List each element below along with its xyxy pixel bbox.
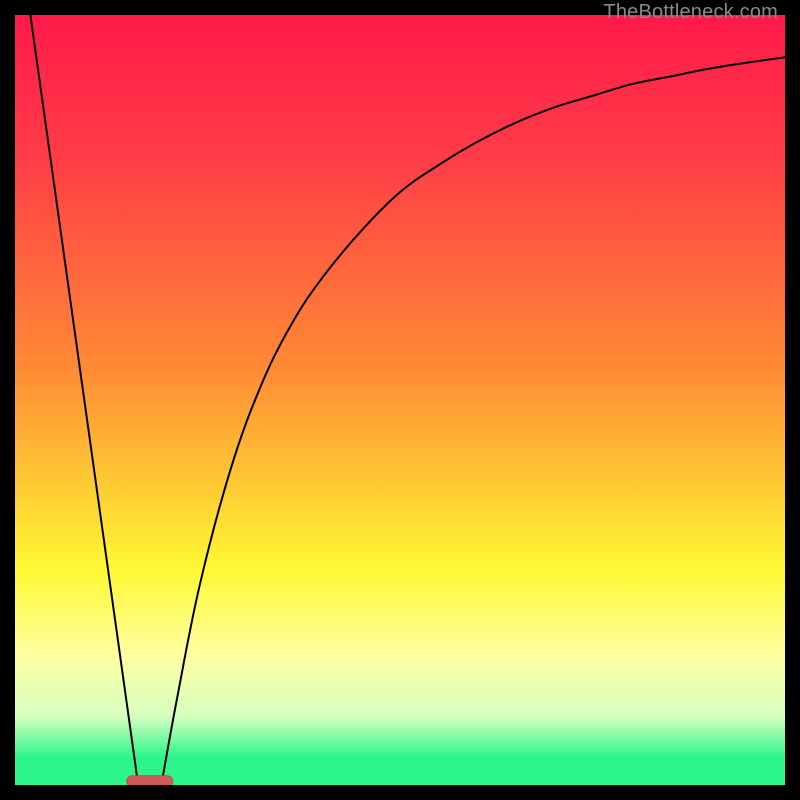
watermark-text: TheBottleneck.com xyxy=(603,1,778,24)
chart-canvas xyxy=(15,15,785,785)
chart-background xyxy=(15,15,785,785)
bottleneck-marker xyxy=(127,776,173,785)
